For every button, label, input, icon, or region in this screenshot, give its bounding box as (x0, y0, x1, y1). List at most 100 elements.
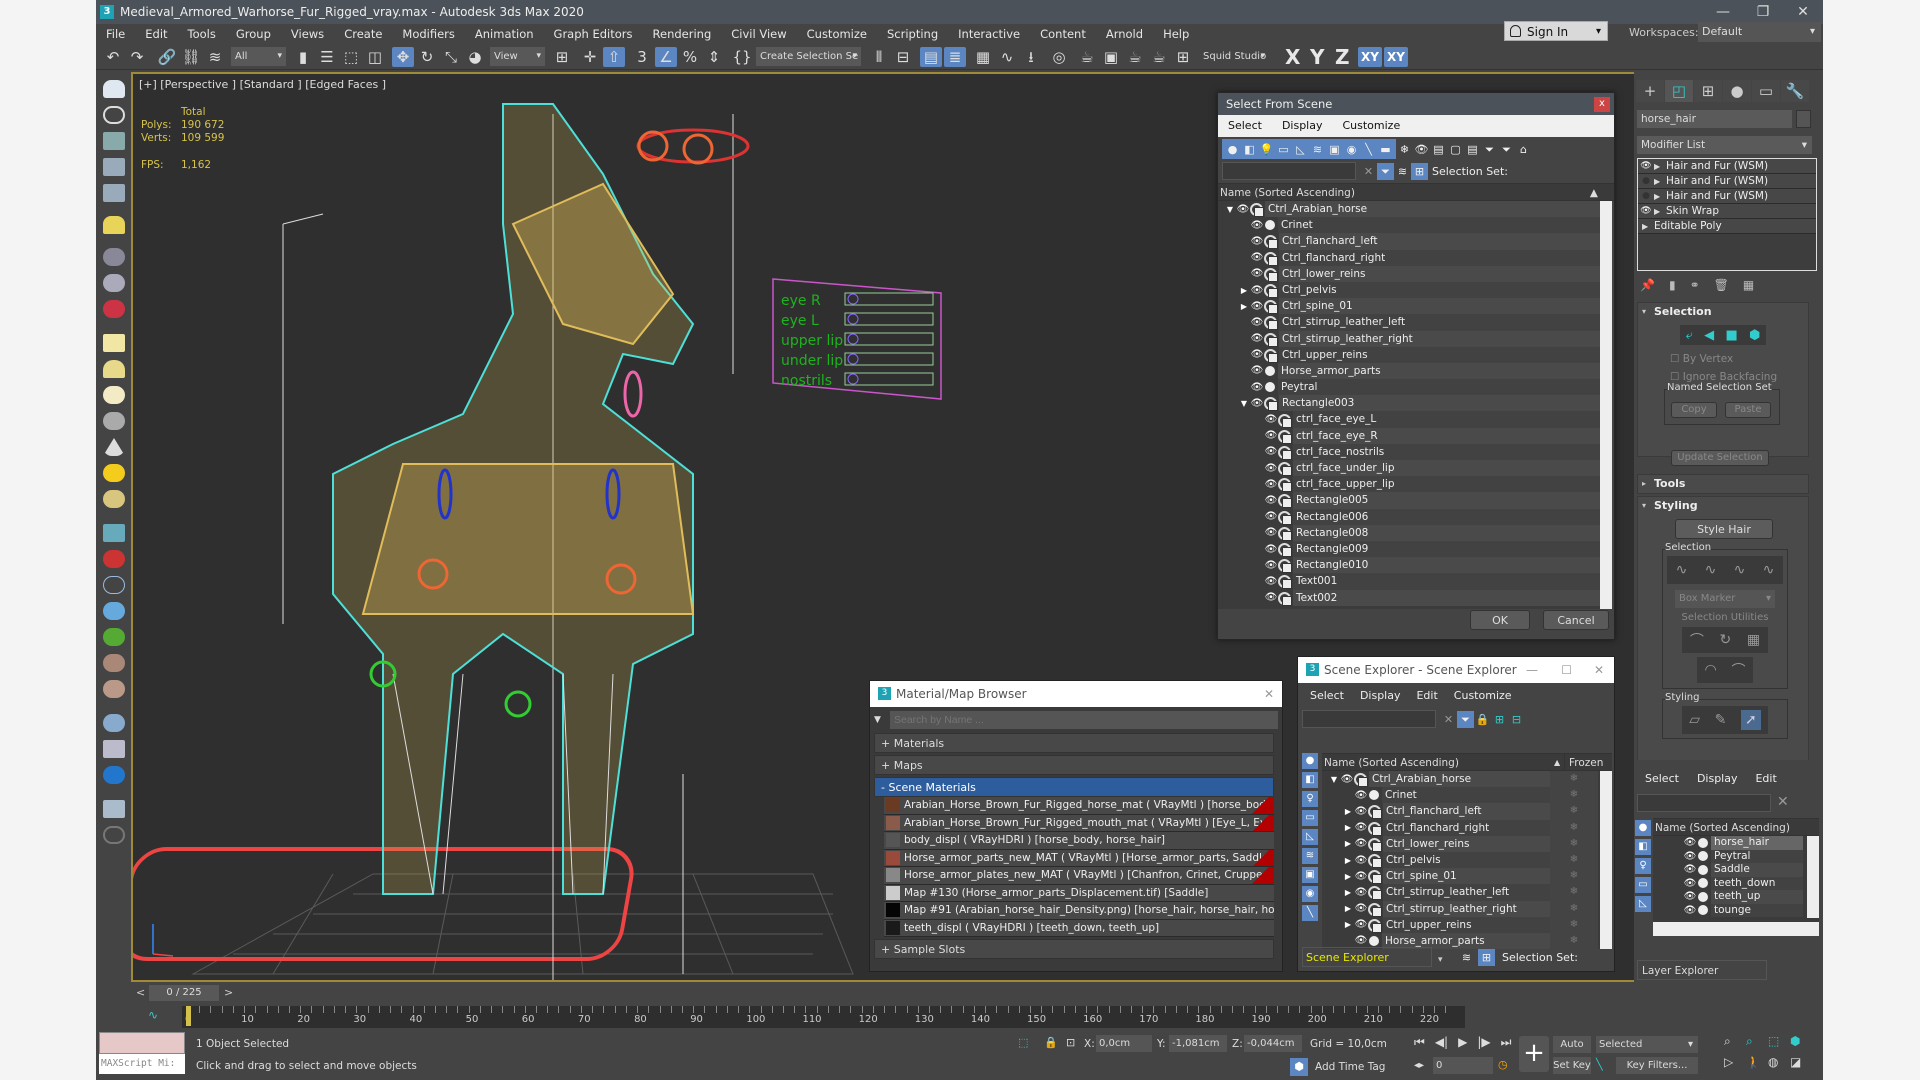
light-lister-icon[interactable] (103, 216, 125, 234)
vertical-scrollbar[interactable] (1600, 201, 1612, 609)
tree-row[interactable]: 👁 Text001 (1218, 573, 1612, 590)
modifier-off-eye-icon[interactable]: ● (1638, 174, 1654, 188)
modifier-list-dropdown[interactable]: Modifier List ▾ (1637, 136, 1812, 154)
current-frame-marker[interactable] (186, 1006, 191, 1026)
show-end-result-icon[interactable]: ▮ (1669, 278, 1676, 292)
toggle-scene-explorer-icon[interactable]: ▤ (920, 47, 942, 67)
zoom-all-icon[interactable]: ⌕ (1746, 1034, 1768, 1049)
expand-right-icon[interactable]: ▶ (1654, 159, 1666, 173)
angle-snap-icon[interactable]: ∠ (655, 47, 677, 67)
object-color-swatch[interactable] (1796, 110, 1811, 128)
spinner-snap-icon[interactable]: ⇕ (703, 47, 725, 67)
cameras-filter-icon[interactable]: ▭ (1275, 141, 1292, 158)
modifier-stack-item[interactable]: 👁 ▶ Skin Wrap (1638, 204, 1816, 219)
scene-list-icon[interactable] (103, 158, 125, 176)
filter-icon[interactable]: ⏷ (1498, 141, 1515, 158)
motion-tab-icon[interactable]: ● (1723, 80, 1751, 102)
visibility-eye-icon[interactable]: 👁 (1250, 398, 1264, 409)
layer-menu-select[interactable]: Select (1645, 772, 1679, 785)
minimize-icon[interactable]: — (1703, 0, 1743, 24)
video-camera-icon[interactable] (103, 300, 125, 318)
selection-rollout-header[interactable]: Selection (1638, 303, 1808, 321)
mirror-icon[interactable]: ⫴ (868, 47, 890, 67)
expand-right-icon[interactable]: ▶ (1342, 888, 1354, 897)
rotate-selection-icon[interactable]: ↻ (1720, 632, 1732, 648)
restrict-y-button[interactable]: Y (1310, 46, 1324, 68)
material-item[interactable]: Arabian_Horse_Brown_Fur_Rigged_mouth_mat… (884, 814, 1274, 832)
pan-view-icon[interactable]: 🚶 (1746, 1055, 1768, 1069)
visibility-eye-icon[interactable]: 👁 (1264, 576, 1278, 587)
link-icon[interactable]: 🔗 (156, 47, 178, 67)
layer-row[interactable]: 👁 teeth_down (1653, 876, 1803, 890)
close-icon[interactable]: ✕ (1264, 681, 1274, 707)
menu-interactive[interactable]: Interactive (948, 24, 1030, 44)
tree-row[interactable]: ▶ 👁 Ctrl_spine_01 (1218, 298, 1612, 315)
layer-name-column-header[interactable]: Name (Sorted Ascending) (1653, 818, 1819, 836)
scatter-icon[interactable] (103, 602, 125, 620)
marker-select[interactable]: Box Marker ▾ (1675, 590, 1775, 608)
material-item[interactable]: Horse_armor_parts_new_MAT ( VRayMtl ) [H… (884, 849, 1274, 867)
frozen-toggle-icon[interactable]: ❄ (1550, 932, 1598, 949)
maps-section[interactable]: + Maps (874, 755, 1274, 775)
zoom-extents-icon[interactable]: ⬚ (1768, 1034, 1790, 1049)
dropdown-arrow-icon[interactable]: ▾ (1438, 955, 1443, 965)
menu-modifiers[interactable]: Modifiers (392, 24, 465, 44)
filter-settings-icon[interactable]: ⏷ (1481, 141, 1498, 158)
visibility-eye-icon[interactable]: 👁 (1683, 891, 1697, 902)
visibility-eye-icon[interactable]: 👁 (1683, 851, 1697, 862)
tree-row[interactable]: ▶ 👁 Ctrl_pelvis ❄ (1322, 851, 1598, 869)
proxy-icon[interactable] (103, 740, 125, 758)
visibility-eye-icon[interactable]: 👁 (1354, 903, 1368, 914)
pivot-center-icon[interactable]: ⊞ (551, 47, 573, 67)
expand-right-icon[interactable]: ▶ (1654, 174, 1666, 188)
select-whole-guide-icon[interactable]: ∿ (1705, 562, 1717, 578)
geometry-filter-icon[interactable]: ● (1302, 753, 1318, 769)
expand-right-icon[interactable]: ▶ (1642, 219, 1654, 233)
previous-key-icon[interactable]: ◀| (1435, 1035, 1448, 1050)
set-key-button[interactable]: Set Key (1553, 1057, 1591, 1074)
cameras-filter-icon[interactable]: ▭ (1302, 810, 1318, 826)
hierarchy-tab-icon[interactable]: ⊞ (1694, 80, 1722, 102)
tree-row[interactable]: 👁 Horse_armor_parts (1218, 362, 1612, 380)
menu-views[interactable]: Views (281, 24, 334, 44)
current-frame-field[interactable]: 0 (1433, 1057, 1493, 1074)
layers-icon[interactable]: ≋ (1458, 949, 1475, 966)
tree-row[interactable]: 👁 ctrl_face_upper_lip (1218, 476, 1612, 493)
minimize-icon[interactable]: — (1526, 657, 1538, 683)
visibility-eye-icon[interactable]: 👁 (1354, 919, 1368, 930)
frozen-toggle-icon[interactable]: ❄ (1550, 851, 1598, 869)
select-guide-by-root-icon[interactable]: ∿ (1763, 562, 1775, 578)
menu-scripting[interactable]: Scripting (877, 24, 948, 44)
tree-row[interactable]: 👁 Ctrl_stirrup_leather_right (1218, 330, 1612, 347)
menu-customize[interactable]: Customize (797, 24, 877, 44)
copy-button[interactable]: Copy (1671, 402, 1717, 418)
geometry-filter-icon[interactable]: ● (1635, 820, 1651, 836)
bones-filter-icon[interactable]: ╲ (1302, 905, 1318, 921)
lights-filter-icon[interactable]: ♀ (1635, 858, 1651, 874)
material-item[interactable]: teeth_displ ( VRayHDRI ) [teeth_down, te… (884, 919, 1274, 937)
clear-layer-search-icon[interactable]: ✕ (1777, 794, 1789, 810)
key-filters-button[interactable]: Key Filters... (1616, 1057, 1698, 1074)
schematic-view-icon[interactable]: ⭳ (1020, 47, 1042, 67)
keyboard-shortcut-override-icon[interactable]: ✛ (579, 47, 601, 67)
time-tag-icon[interactable]: ⬢ (1290, 1058, 1308, 1076)
restore-icon[interactable]: ❐ (1743, 0, 1783, 24)
tree-row[interactable]: 👁 Rectangle009 (1218, 540, 1612, 558)
container-icon[interactable]: ⌂ (1515, 141, 1532, 158)
cancel-button[interactable]: Cancel (1543, 610, 1609, 630)
tree-row[interactable]: 👁 Peytral (1218, 379, 1612, 396)
material-editor-icon[interactable]: ◎ (1048, 47, 1070, 67)
sun-icon[interactable] (103, 464, 125, 482)
restrict-x-button[interactable]: X (1285, 46, 1300, 68)
studio-plugin-select[interactable]: Squid Studio v (1199, 47, 1269, 81)
styling-rollout-header[interactable]: Styling (1638, 497, 1808, 515)
layer-row[interactable]: 👁 Peytral (1653, 849, 1803, 863)
select-and-rotate-icon[interactable]: ↻ (416, 47, 438, 67)
select-by-name-icon[interactable]: ☰ (316, 47, 338, 67)
display-tab-icon[interactable]: ▭ (1752, 80, 1780, 102)
undo-icon[interactable]: ↶ (102, 47, 124, 67)
curve-editor-toggle-icon[interactable]: ∿ (148, 1008, 158, 1022)
visibility-eye-icon[interactable]: 👁 (1250, 220, 1264, 231)
face-control-handle[interactable] (847, 373, 859, 385)
restrict-xy-button[interactable]: XY (1358, 47, 1382, 67)
